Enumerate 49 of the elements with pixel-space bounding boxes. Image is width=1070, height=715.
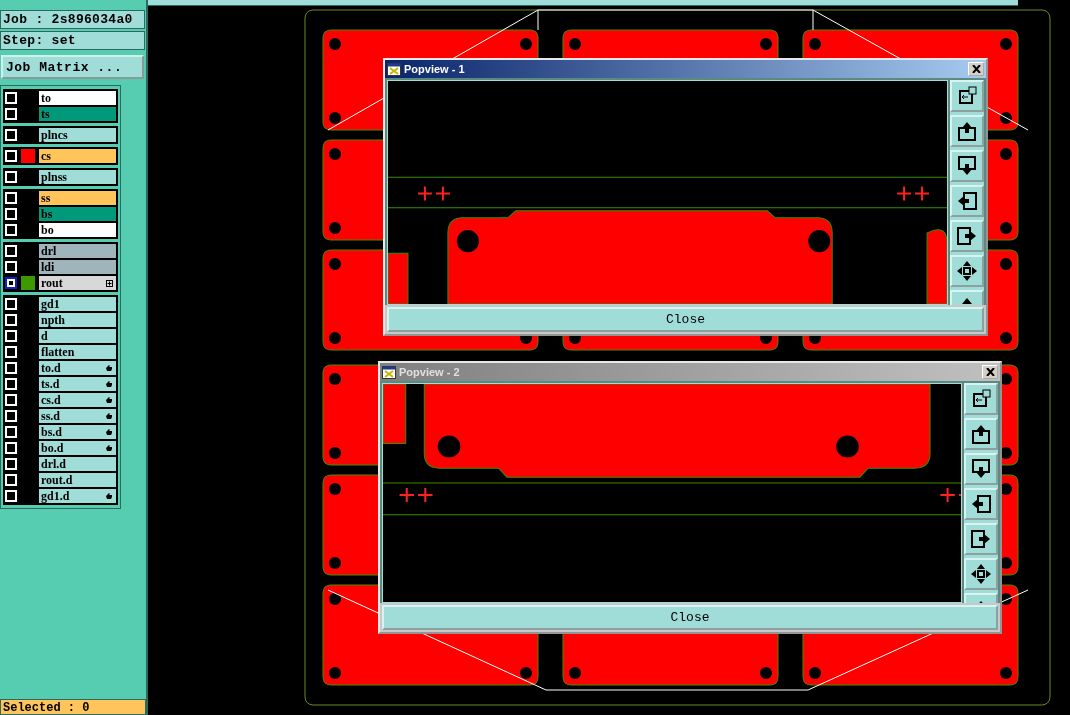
job-matrix-button[interactable]: Job Matrix ...	[1, 55, 144, 79]
layer-row[interactable]: ss	[39, 191, 116, 205]
copper-pad-shape	[383, 384, 407, 444]
down-arrow-box-icon[interactable]	[964, 453, 998, 485]
left-arrow-box-icon[interactable]	[950, 185, 984, 217]
four-arrows-icon[interactable]	[964, 558, 998, 590]
layer-row[interactable]: rout	[39, 276, 116, 290]
layer-row[interactable]: ldi	[39, 260, 116, 274]
layer-row[interactable]: flatten	[39, 345, 116, 359]
layer-row[interactable]: ts.d	[39, 377, 116, 391]
layer-row[interactable]: cs.d	[39, 393, 116, 407]
right-arrow-box-icon[interactable]	[950, 220, 984, 252]
layer-row[interactable]: npth	[39, 313, 116, 327]
up-arrow-box-icon[interactable]	[964, 418, 998, 450]
layer-row[interactable]: ts	[39, 107, 116, 121]
right-arrow-box-icon[interactable]	[964, 523, 998, 555]
left-arrow-box-icon[interactable]	[964, 488, 998, 520]
selected-count: Selected : 0	[0, 699, 146, 715]
layer-row[interactable]: cs	[39, 149, 116, 163]
layer-row[interactable]: ss.d	[39, 409, 116, 423]
up-arrow-box-icon[interactable]	[950, 115, 984, 147]
layer-checkbox[interactable]	[5, 277, 17, 289]
copper-pad-shape	[388, 252, 409, 304]
layer-row[interactable]: d	[39, 329, 116, 343]
layer-row[interactable]: bo.d	[39, 441, 116, 455]
job-label: Job : 2s896034a0	[0, 10, 145, 29]
close-button[interactable]: Close	[387, 307, 984, 332]
layer-row[interactable]: bo	[39, 223, 116, 237]
layer-row[interactable]: to	[39, 91, 116, 105]
four-arrows-icon[interactable]	[950, 255, 984, 287]
layer-row[interactable]: plncs	[39, 128, 116, 142]
layer-row[interactable]: gd1.d	[39, 489, 116, 503]
layer-row[interactable]: gd1	[39, 297, 116, 311]
layer-row[interactable]: bs	[39, 207, 116, 221]
layer-row[interactable]: plnss	[39, 170, 116, 184]
layer-row[interactable]: to.d	[39, 361, 116, 375]
layer-row[interactable]: rout.d	[39, 473, 116, 487]
close-icon[interactable]	[982, 365, 998, 379]
window-icon	[382, 365, 396, 379]
close-button[interactable]: Close	[382, 605, 998, 630]
close-icon[interactable]	[968, 62, 984, 76]
layer-row[interactable]: drl.d	[39, 457, 116, 471]
layer-row[interactable]: drl	[39, 244, 116, 258]
layer-row[interactable]: bs.d	[39, 425, 116, 439]
down-arrow-box-icon[interactable]	[950, 150, 984, 182]
step-label: Step: set	[0, 31, 145, 50]
window-icon	[387, 62, 401, 76]
window-title: Popview - 2	[399, 366, 461, 378]
window-title: Popview - 1	[404, 63, 466, 75]
